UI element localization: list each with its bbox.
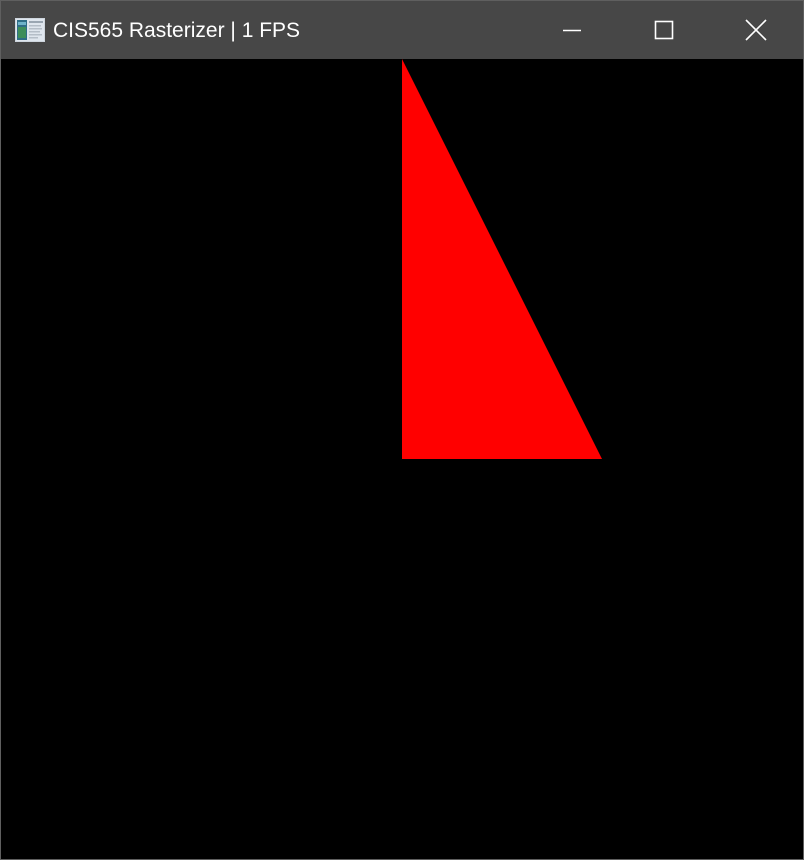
window-title: CIS565 Rasterizer | 1 FPS [53, 19, 301, 42]
maximize-button[interactable] [618, 1, 710, 59]
minimize-icon [562, 20, 582, 40]
app-window-icon[interactable] [15, 18, 45, 42]
title-bar[interactable]: CIS565 Rasterizer | 1 FPS [1, 1, 803, 59]
close-button[interactable] [710, 1, 802, 59]
app-window: CIS565 Rasterizer | 1 FPS [0, 0, 804, 860]
render-viewport[interactable] [1, 59, 803, 859]
maximize-icon [654, 20, 674, 40]
close-icon [745, 19, 767, 41]
minimize-button[interactable] [526, 1, 618, 59]
render-canvas [1, 59, 803, 859]
